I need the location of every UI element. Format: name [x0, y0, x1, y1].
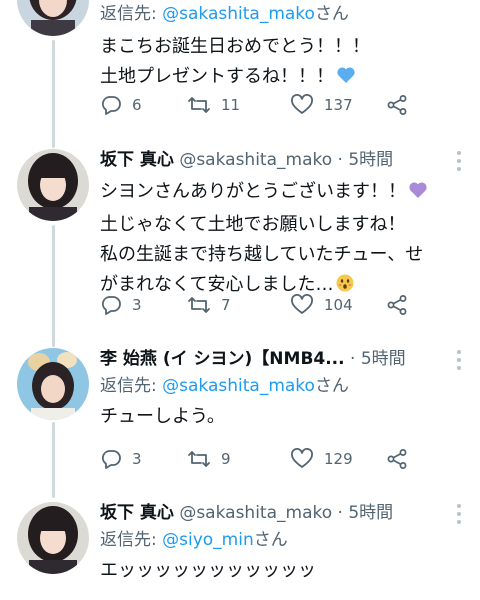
- reply-to-mention[interactable]: @siyo_min: [162, 530, 254, 550]
- tweet-text: まこちお誕生日おめでとう！！！ 土地プレゼントするね！！！: [100, 32, 468, 95]
- tweet-text-line: チューしよう。: [100, 406, 225, 427]
- like-count: 137: [324, 96, 353, 114]
- tweet-text: シヨンさんありがとうございます！！ 土じゃなくて土地でお願いしますね！ 私の生誕…: [100, 177, 468, 303]
- blue-heart-icon: [336, 65, 356, 95]
- tweet-text-line-content: がまれなくて安心しました…: [100, 274, 334, 295]
- heart-icon: [291, 448, 313, 468]
- user-handle[interactable]: @sakashita_mako: [179, 150, 332, 170]
- tweet-4: 坂下 真心 @sakashita_mako · 5時間 返信先: @siyo_m…: [0, 496, 480, 600]
- reply-button[interactable]: 3: [100, 293, 142, 317]
- share-button[interactable]: [386, 93, 408, 117]
- retweet-count: 9: [221, 450, 231, 468]
- heart-icon: [291, 94, 313, 114]
- retweet-button[interactable]: 11: [187, 93, 240, 117]
- reply-icon: [101, 450, 121, 469]
- timestamp[interactable]: · 5時間: [338, 503, 394, 523]
- like-button[interactable]: 137: [290, 93, 353, 117]
- like-count: 129: [324, 450, 353, 468]
- more-options-icon[interactable]: [456, 504, 462, 528]
- reply-icon: [101, 296, 121, 315]
- retweet-count: 11: [221, 96, 241, 114]
- tweet-1: 返信先: @sakashita_makoさん まこちお誕生日おめでとう！！！ 土…: [0, 0, 480, 130]
- display-name[interactable]: 坂下 真心: [100, 150, 174, 170]
- reply-icon: [101, 96, 121, 115]
- display-name[interactable]: 坂下 真心: [100, 503, 174, 523]
- share-button[interactable]: [386, 447, 408, 471]
- timestamp[interactable]: · 5時間: [338, 150, 394, 170]
- tweet-text: エッッッッッッッッッッッ: [100, 556, 468, 586]
- avatar[interactable]: [17, 0, 89, 36]
- reply-count: 3: [132, 296, 142, 314]
- share-icon: [387, 295, 407, 315]
- retweet-icon: [188, 451, 210, 467]
- retweet-button[interactable]: 7: [187, 293, 231, 317]
- reply-to-label: 返信先:: [100, 376, 157, 396]
- reply-count: 6: [132, 96, 142, 114]
- tweet-actions: 3 9 129: [100, 447, 430, 471]
- avatar[interactable]: [17, 149, 89, 221]
- retweet-button[interactable]: 9: [187, 447, 231, 471]
- tweet-text: チューしよう。: [100, 402, 468, 432]
- reply-button[interactable]: 6: [100, 93, 142, 117]
- reply-to-line: 返信先: @siyo_minさん: [100, 526, 468, 554]
- reply-button[interactable]: 3: [100, 447, 142, 471]
- display-name[interactable]: 李 始燕 (イ シヨン)【NMB4...: [100, 349, 345, 369]
- share-icon: [387, 95, 407, 115]
- reply-to-suffix: さん: [314, 376, 349, 396]
- share-button[interactable]: [386, 293, 408, 317]
- tweet-text-line: 私の生誕まで持ち越していたチュー、せ: [100, 244, 424, 265]
- tweet-header: 坂下 真心 @sakashita_mako · 5時間: [100, 500, 468, 526]
- retweet-icon: [188, 297, 210, 313]
- tweet-text-line: 土地プレゼントするね！！！: [100, 62, 468, 95]
- tweet-actions: 3 7 104: [100, 293, 430, 317]
- tweet-text-line: シヨンさんありがとうございます！！: [100, 177, 468, 210]
- reply-to-mention[interactable]: @sakashita_mako: [162, 376, 315, 396]
- heart-icon: [291, 294, 313, 314]
- reply-to-line: 返信先: @sakashita_makoさん: [100, 372, 468, 400]
- like-count: 104: [324, 296, 353, 314]
- reply-to-label: 返信先:: [100, 4, 157, 24]
- tweet-header: 坂下 真心 @sakashita_mako · 5時間: [100, 147, 468, 173]
- like-button[interactable]: 129: [290, 447, 353, 471]
- avatar[interactable]: [17, 502, 89, 574]
- tweet-text-line: 土じゃなくて土地でお願いしますね！: [100, 214, 406, 235]
- retweet-icon: [188, 97, 210, 113]
- reply-to-line: 返信先: @sakashita_makoさん: [100, 0, 468, 28]
- reply-to-suffix: さん: [314, 4, 349, 24]
- tweet-text-line: まこちお誕生日おめでとう！！！: [100, 36, 370, 57]
- more-options-icon[interactable]: [456, 350, 462, 374]
- reply-to-suffix: さん: [253, 530, 288, 550]
- tweet-actions: 6 11 137: [100, 93, 430, 117]
- tweet-text-line: エッッッッッッッッッッッ: [100, 560, 316, 581]
- like-button[interactable]: 104: [290, 293, 353, 317]
- more-options-icon[interactable]: [456, 151, 462, 175]
- retweet-count: 7: [221, 296, 231, 314]
- tweet-3: 李 始燕 (イ シヨン)【NMB4... · 5時間 返信先: @sakashi…: [0, 342, 480, 487]
- tweet-2: 坂下 真心 @sakashita_mako · 5時間 シヨンさんありがとうござ…: [0, 143, 480, 333]
- tweet-header: 李 始燕 (イ シヨン)【NMB4... · 5時間: [100, 346, 468, 372]
- timestamp[interactable]: · 5時間: [350, 349, 406, 369]
- share-icon: [387, 449, 407, 469]
- tweet-text-line-content: シヨンさんありがとうございます！！: [100, 181, 406, 202]
- tweet-text-line-content: 土地プレゼントするね！！！: [100, 66, 334, 87]
- reply-to-label: 返信先:: [100, 530, 157, 550]
- purple-heart-icon: [408, 180, 428, 210]
- reply-to-mention[interactable]: @sakashita_mako: [162, 4, 315, 24]
- avatar[interactable]: [17, 348, 89, 420]
- reply-count: 3: [132, 450, 142, 468]
- user-handle[interactable]: @sakashita_mako: [179, 503, 332, 523]
